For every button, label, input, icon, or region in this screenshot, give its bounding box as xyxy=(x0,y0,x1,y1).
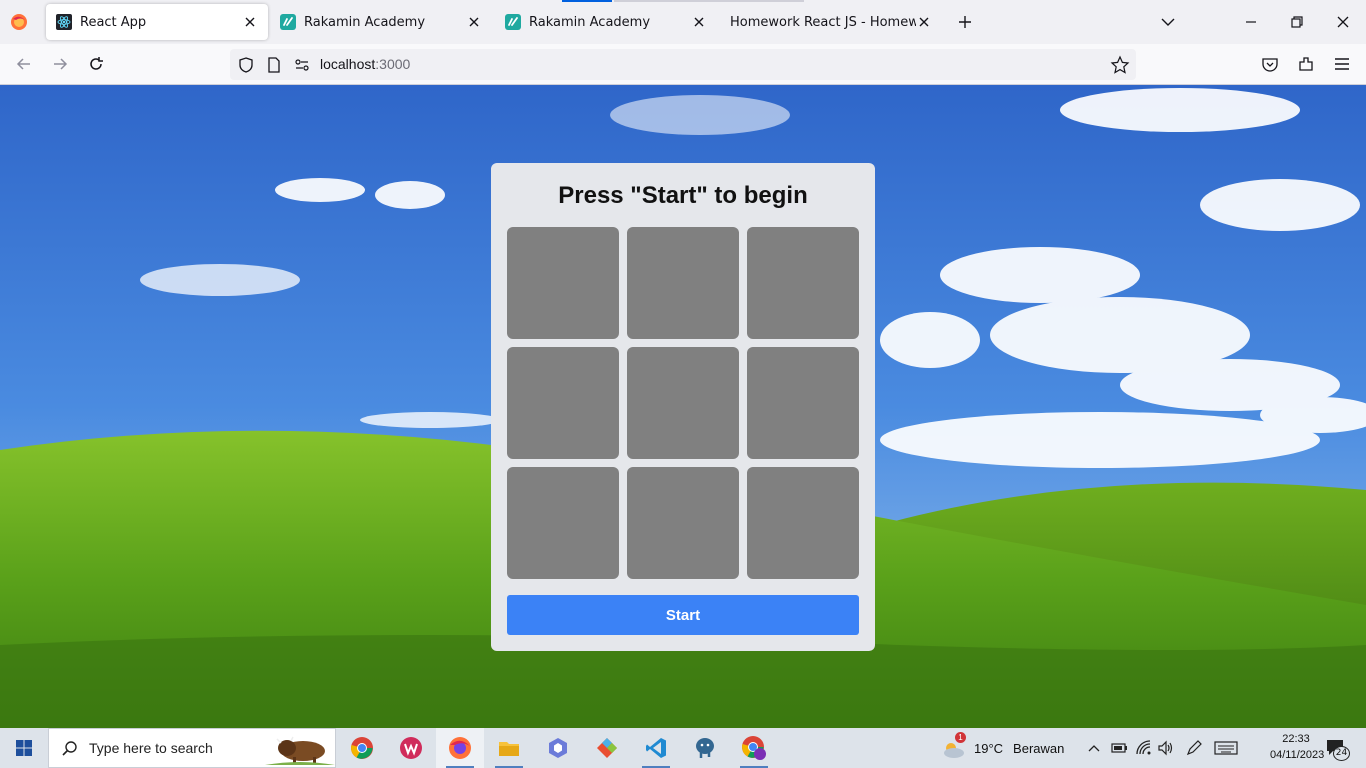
new-tab-icon[interactable] xyxy=(955,12,975,32)
page-icon[interactable] xyxy=(264,55,284,75)
close-tab-icon[interactable] xyxy=(466,14,482,30)
board-cell[interactable] xyxy=(627,227,739,339)
shield-icon[interactable] xyxy=(236,55,256,75)
board-cell[interactable] xyxy=(747,347,859,459)
start-button[interactable]: Start xyxy=(507,595,859,635)
notification-count-badge: 24 xyxy=(1333,746,1350,761)
tab-title: Rakamin Academy xyxy=(304,14,426,30)
board-cell[interactable] xyxy=(507,227,619,339)
close-tab-icon[interactable] xyxy=(916,14,932,30)
weather-temperature: 19°C xyxy=(974,740,1004,756)
url-port: :3000 xyxy=(375,56,411,72)
tab-react-app[interactable]: React App xyxy=(46,4,268,40)
tab-strip: React App Rakamin Academy Rakamin Academ… xyxy=(0,0,1366,44)
chrome-icon xyxy=(351,737,373,759)
url-text[interactable]: localhost:3000 xyxy=(320,56,410,72)
app-icon xyxy=(549,738,567,758)
tab-indicator xyxy=(614,0,804,2)
search-placeholder: Type here to search xyxy=(89,740,213,756)
tab-rakamin-2[interactable]: Rakamin Academy xyxy=(495,4,717,40)
weather-icon: 1 xyxy=(940,732,968,760)
wifi-icon[interactable] xyxy=(1135,739,1153,757)
board-cell[interactable] xyxy=(627,467,739,579)
postgres-icon xyxy=(696,738,714,758)
chrome-profile-icon xyxy=(742,736,766,760)
git-icon xyxy=(597,738,617,758)
navigation-bar: localhost:3000 xyxy=(0,44,1366,85)
taskbar-postgres[interactable] xyxy=(681,728,729,768)
tab-homework[interactable]: Homework React JS - Homework React JS xyxy=(720,4,942,40)
close-tab-icon[interactable] xyxy=(691,14,707,30)
board-cell[interactable] xyxy=(747,227,859,339)
menu-icon[interactable] xyxy=(1332,54,1352,74)
game-board xyxy=(507,227,859,579)
file-explorer-icon xyxy=(499,742,519,756)
taskbar-chrome[interactable] xyxy=(338,728,386,768)
weather-widget[interactable]: 1 19°C Berawan xyxy=(940,732,1065,760)
pocket-icon[interactable] xyxy=(1260,54,1280,74)
clock-date: 04/11/2023 xyxy=(1270,749,1325,761)
url-bar[interactable]: localhost:3000 xyxy=(230,49,1136,80)
game-status-title: Press "Start" to begin xyxy=(558,182,808,209)
chevron-up-icon[interactable] xyxy=(1087,741,1101,755)
reload-icon[interactable] xyxy=(86,54,106,74)
board-cell[interactable] xyxy=(747,467,859,579)
page-viewport: Press "Start" to begin Start xyxy=(0,85,1366,728)
wps-icon xyxy=(400,737,422,759)
forward-icon[interactable] xyxy=(50,54,70,74)
notification-center[interactable]: 24 xyxy=(1325,738,1351,761)
windows-start-icon[interactable] xyxy=(16,740,32,756)
tab-title: Homework React JS - Homework React JS xyxy=(730,14,916,30)
close-tab-icon[interactable] xyxy=(242,14,258,30)
list-tabs-icon[interactable] xyxy=(1158,12,1178,32)
tab-rakamin-1[interactable]: Rakamin Academy xyxy=(270,4,492,40)
clock-time: 22:33 xyxy=(1282,733,1310,745)
back-icon[interactable] xyxy=(14,54,34,74)
tab-indicator xyxy=(562,0,612,2)
keyboard-icon[interactable] xyxy=(1214,740,1238,756)
search-highlight-bison-icon xyxy=(265,736,335,765)
taskbar-app[interactable] xyxy=(534,728,582,768)
rakamin-icon xyxy=(280,14,296,30)
taskbar-chrome-profile[interactable] xyxy=(730,728,778,768)
weather-description: Berawan xyxy=(1013,740,1065,756)
url-host: localhost xyxy=(320,56,376,72)
board-cell[interactable] xyxy=(507,467,619,579)
firefox-menu-icon[interactable] xyxy=(10,13,28,31)
tab-title: React App xyxy=(80,14,147,30)
rakamin-icon xyxy=(505,14,521,30)
taskbar-git[interactable] xyxy=(583,728,631,768)
bookmark-star-icon[interactable] xyxy=(1110,55,1130,75)
weather-alert-badge: 1 xyxy=(955,732,966,743)
minimize-icon[interactable] xyxy=(1241,12,1261,32)
battery-icon[interactable] xyxy=(1110,740,1128,756)
taskbar-vscode[interactable] xyxy=(632,728,680,768)
taskbar-file-explorer[interactable] xyxy=(485,728,533,768)
board-cell[interactable] xyxy=(507,347,619,459)
extensions-icon[interactable] xyxy=(1296,54,1316,74)
taskbar-firefox[interactable] xyxy=(436,728,484,768)
permissions-icon[interactable] xyxy=(292,55,312,75)
pen-icon[interactable] xyxy=(1185,739,1203,757)
firefox-icon xyxy=(449,737,471,759)
taskbar: Type here to search 1 19°C Berawan 22:33… xyxy=(0,728,1366,768)
vscode-icon xyxy=(646,738,666,758)
tab-title: Rakamin Academy xyxy=(529,14,651,30)
board-cell[interactable] xyxy=(627,347,739,459)
close-window-icon[interactable] xyxy=(1333,12,1353,32)
restore-icon[interactable] xyxy=(1287,12,1307,32)
system-clock[interactable]: 22:33 04/11/2023 xyxy=(1270,731,1325,763)
react-icon xyxy=(56,14,72,30)
taskbar-wps[interactable] xyxy=(387,728,435,768)
volume-icon[interactable] xyxy=(1157,739,1175,757)
taskbar-search[interactable]: Type here to search xyxy=(48,728,336,768)
search-icon xyxy=(62,741,77,756)
game-card: Press "Start" to begin Start xyxy=(491,163,875,651)
